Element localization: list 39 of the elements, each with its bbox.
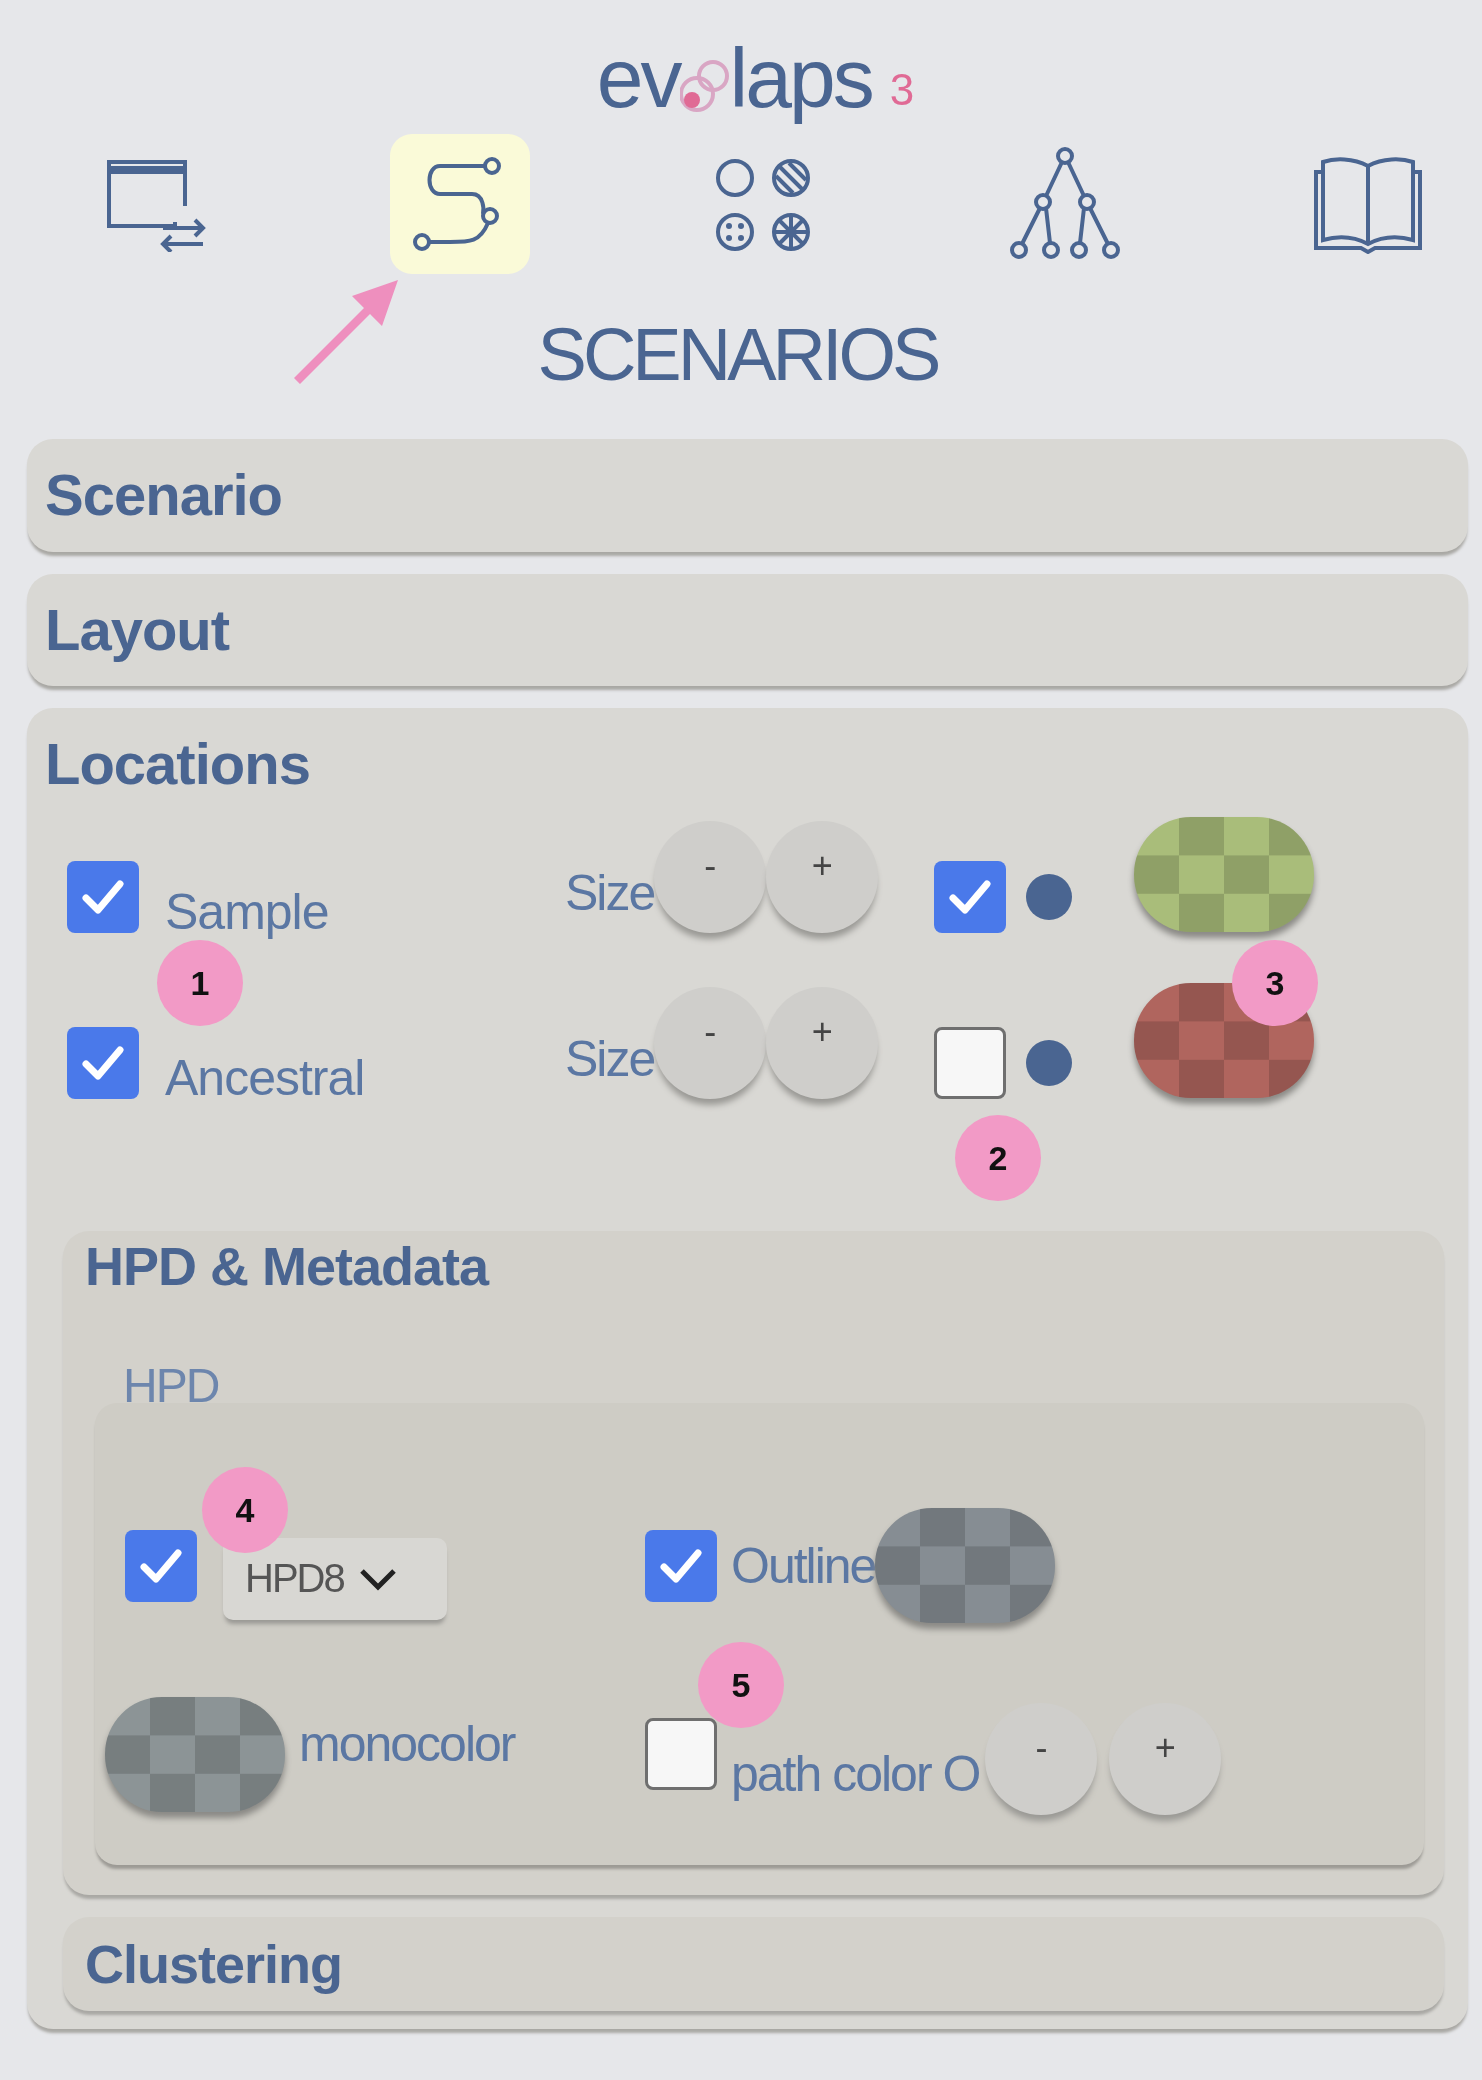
decrease-button[interactable]: - — [654, 986, 767, 1099]
accordion-panel[interactable]: Layout — [27, 573, 1468, 687]
nav-tab[interactable] — [389, 134, 530, 274]
color-swatch[interactable] — [1134, 817, 1315, 933]
panel-title: Layout — [45, 595, 231, 664]
accordion-panel[interactable]: Scenario — [27, 439, 1468, 552]
subsection-panel[interactable]: Clustering — [63, 1917, 1444, 2011]
row-label: Sample — [165, 882, 330, 941]
increase-button[interactable]: + — [766, 986, 879, 1099]
panel-title: Locations — [45, 730, 311, 799]
version-label: 3 — [889, 68, 915, 112]
decrease-button[interactable]: - — [654, 820, 767, 933]
path-color-label: path color O — [731, 1745, 980, 1804]
logo-mark-icon — [679, 58, 730, 114]
checkbox[interactable] — [934, 860, 1007, 933]
checkbox[interactable] — [67, 1026, 139, 1099]
chevron-down-icon — [357, 1566, 398, 1591]
increase-button[interactable]: + — [1109, 1703, 1222, 1816]
size-label: Size — [565, 1029, 655, 1088]
row-label: Ancestral — [165, 1048, 366, 1107]
checkbox[interactable] — [934, 1026, 1007, 1099]
hpd-select[interactable]: HPD8 — [223, 1537, 447, 1620]
book-icon — [1313, 154, 1423, 254]
color-swatch[interactable] — [105, 1696, 285, 1812]
subsection-title: Clustering — [85, 1935, 344, 1995]
decrease-button[interactable]: - — [985, 1703, 1098, 1816]
checkbox[interactable] — [645, 1529, 717, 1602]
size-label: Size — [565, 863, 655, 922]
outline-label: Outline — [731, 1536, 876, 1595]
color-swatch[interactable] — [875, 1508, 1056, 1624]
monocolor-label: monocolor — [299, 1715, 515, 1774]
increase-button[interactable]: + — [766, 820, 879, 933]
checkbox[interactable] — [67, 860, 139, 933]
panel-title: Scenario — [45, 461, 283, 530]
page-title: SCENARIOS — [537, 314, 938, 396]
group-legend: HPD — [123, 1358, 1424, 1414]
checkbox[interactable] — [125, 1529, 197, 1602]
subsection-title: HPD & Metadata — [85, 1236, 490, 1297]
checkbox[interactable] — [645, 1718, 717, 1791]
